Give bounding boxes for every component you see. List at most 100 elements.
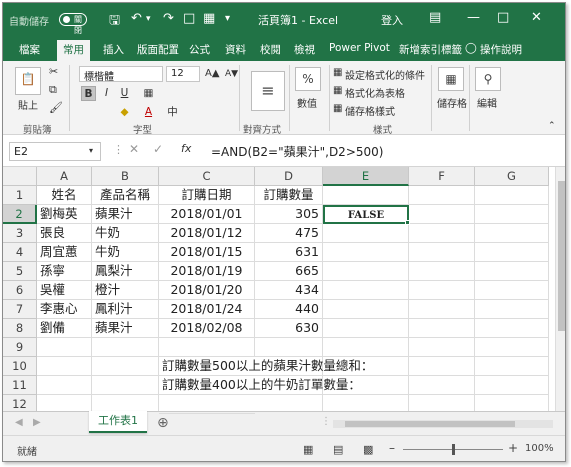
search-icon[interactable]: ⚲ [475, 67, 501, 91]
customize-qat-icon[interactable]: ▾ [225, 13, 230, 24]
cell-a10[interactable] [37, 357, 92, 376]
number-label[interactable]: 數值 [297, 95, 317, 110]
cell-d5[interactable]: 665 [255, 262, 323, 281]
cell-a6[interactable]: 吳權 [37, 281, 92, 300]
cell-e4[interactable] [323, 243, 409, 262]
cell-b8[interactable]: 蘋果汁 [92, 319, 159, 338]
cell-c9[interactable] [159, 338, 255, 357]
cell-b7[interactable]: 鳳利汁 [92, 300, 159, 319]
collapse-ribbon-icon[interactable]: ⌃ [548, 121, 556, 131]
cell-f3[interactable] [409, 224, 475, 243]
tab-tell-me[interactable]: 操作說明 [480, 42, 522, 57]
cell-f5[interactable] [409, 262, 475, 281]
decrease-font-icon[interactable]: A▼ [225, 69, 238, 79]
open-file-icon[interactable]: ▦ [203, 11, 215, 26]
autosave-toggle[interactable]: 關閉 [59, 13, 87, 35]
redo-icon[interactable]: ↷ [163, 11, 174, 26]
column-header-b[interactable]: B [92, 167, 159, 186]
row-header[interactable]: 1 [3, 186, 37, 205]
row-header[interactable]: 3 [3, 224, 37, 243]
format-painter-icon[interactable]: 🖌 [49, 101, 63, 114]
cell-f9[interactable] [409, 338, 475, 357]
undo-dropdown-icon[interactable]: ▾ [146, 14, 151, 24]
tab-view[interactable]: 檢視 [294, 42, 315, 57]
font-size-select[interactable]: 12 [166, 66, 200, 82]
cell-g8[interactable] [475, 319, 549, 338]
font-color-button[interactable]: A [141, 105, 156, 120]
cell-styles-button[interactable]: 儲存格樣式 [345, 103, 395, 118]
column-header-e[interactable]: E [323, 167, 409, 186]
zoom-out-icon[interactable]: – [389, 441, 395, 455]
minimize-icon[interactable]: — [467, 10, 480, 25]
cell-f7[interactable] [409, 300, 475, 319]
cells-icon[interactable]: ▦ [438, 67, 464, 91]
confirm-entry-icon[interactable]: ✓ [153, 142, 163, 156]
cell-f1[interactable] [409, 186, 475, 205]
row-header[interactable]: 6 [3, 281, 37, 300]
cell-f4[interactable] [409, 243, 475, 262]
fill-handle[interactable] [405, 220, 410, 225]
column-header-g[interactable]: G [475, 167, 549, 186]
cells-button[interactable]: 儲存格 [437, 95, 467, 110]
cell-a3[interactable]: 張良 [37, 224, 92, 243]
cell-e6[interactable] [323, 281, 409, 300]
row-header[interactable]: 5 [3, 262, 37, 281]
cell-d3[interactable]: 475 [255, 224, 323, 243]
cell-c11[interactable]: 訂購數量400以上的牛奶訂單數量： [159, 376, 361, 395]
add-sheet-icon[interactable]: ⊕ [157, 415, 169, 431]
cond-format-button[interactable]: 設定格式化的條件 [345, 67, 425, 82]
paste-label[interactable]: 貼上 [18, 97, 38, 112]
sheet-tab-1[interactable]: 工作表1 [89, 411, 147, 433]
page-break-view-icon[interactable]: ▩ [363, 443, 373, 456]
tab-formulas[interactable]: 公式 [189, 42, 210, 57]
cell-a7[interactable]: 李惠心 [37, 300, 92, 319]
zoom-in-icon[interactable]: + [508, 441, 518, 455]
cell-c1[interactable]: 訂購日期 [159, 186, 255, 205]
cell-f6[interactable] [409, 281, 475, 300]
name-box[interactable]: E2 [9, 142, 101, 161]
cell-a1[interactable]: 姓名 [37, 186, 92, 205]
cell-b2[interactable]: 蘋果汁 [92, 205, 159, 224]
cell-c2[interactable]: 2018/01/01 [159, 205, 255, 224]
next-sheet-icon[interactable]: ▶ [33, 417, 41, 428]
cell-g2[interactable] [475, 205, 549, 224]
cell-d9[interactable] [255, 338, 323, 357]
cell-styles-icon[interactable]: ▦ [333, 103, 342, 114]
cut-icon[interactable]: ✂ [49, 65, 58, 78]
cell-e5[interactable] [323, 262, 409, 281]
tab-file[interactable]: 檔案 [19, 42, 40, 57]
cell-e7[interactable] [323, 300, 409, 319]
cell-b3[interactable]: 牛奶 [92, 224, 159, 243]
cell-g10[interactable] [475, 357, 549, 376]
tab-insert[interactable]: 插入 [103, 42, 124, 57]
insert-function-button[interactable]: fx [181, 142, 191, 155]
cell-d6[interactable]: 434 [255, 281, 323, 300]
normal-view-icon[interactable]: ▦ [303, 443, 313, 456]
format-table-button[interactable]: 格式化為表格 [345, 85, 405, 100]
cell-c8[interactable]: 2018/02/08 [159, 319, 255, 338]
login-button[interactable]: 登入 [381, 12, 403, 28]
row-header[interactable]: 7 [3, 300, 37, 319]
cell-b11[interactable] [92, 376, 159, 395]
row-header[interactable]: 4 [3, 243, 37, 262]
copy-icon[interactable]: ⧉ [49, 83, 57, 97]
font-name-select[interactable]: 標楷體 [79, 66, 163, 83]
cell-f10[interactable] [409, 357, 475, 376]
cell-b9[interactable] [92, 338, 159, 357]
cell-a8[interactable]: 劉備 [37, 319, 92, 338]
tab-review[interactable]: 校閱 [260, 42, 281, 57]
format-table-icon[interactable]: ▦ [333, 85, 342, 96]
cell-f8[interactable] [409, 319, 475, 338]
bold-button[interactable]: B [81, 86, 96, 101]
ribbon-display-icon[interactable]: ▤ [429, 10, 441, 25]
column-header-a[interactable]: A [37, 167, 92, 186]
cell-c12[interactable] [159, 395, 255, 414]
cell-a11[interactable] [37, 376, 92, 395]
undo-icon[interactable]: ↶ [131, 11, 142, 26]
cell-g11[interactable] [475, 376, 549, 395]
cell-d2[interactable]: 305 [255, 205, 323, 224]
italic-button[interactable]: I [99, 86, 114, 101]
cell-g1[interactable] [475, 186, 549, 205]
name-box-dropdown-icon[interactable]: ▾ [89, 146, 93, 155]
cell-c5[interactable]: 2018/01/19 [159, 262, 255, 281]
